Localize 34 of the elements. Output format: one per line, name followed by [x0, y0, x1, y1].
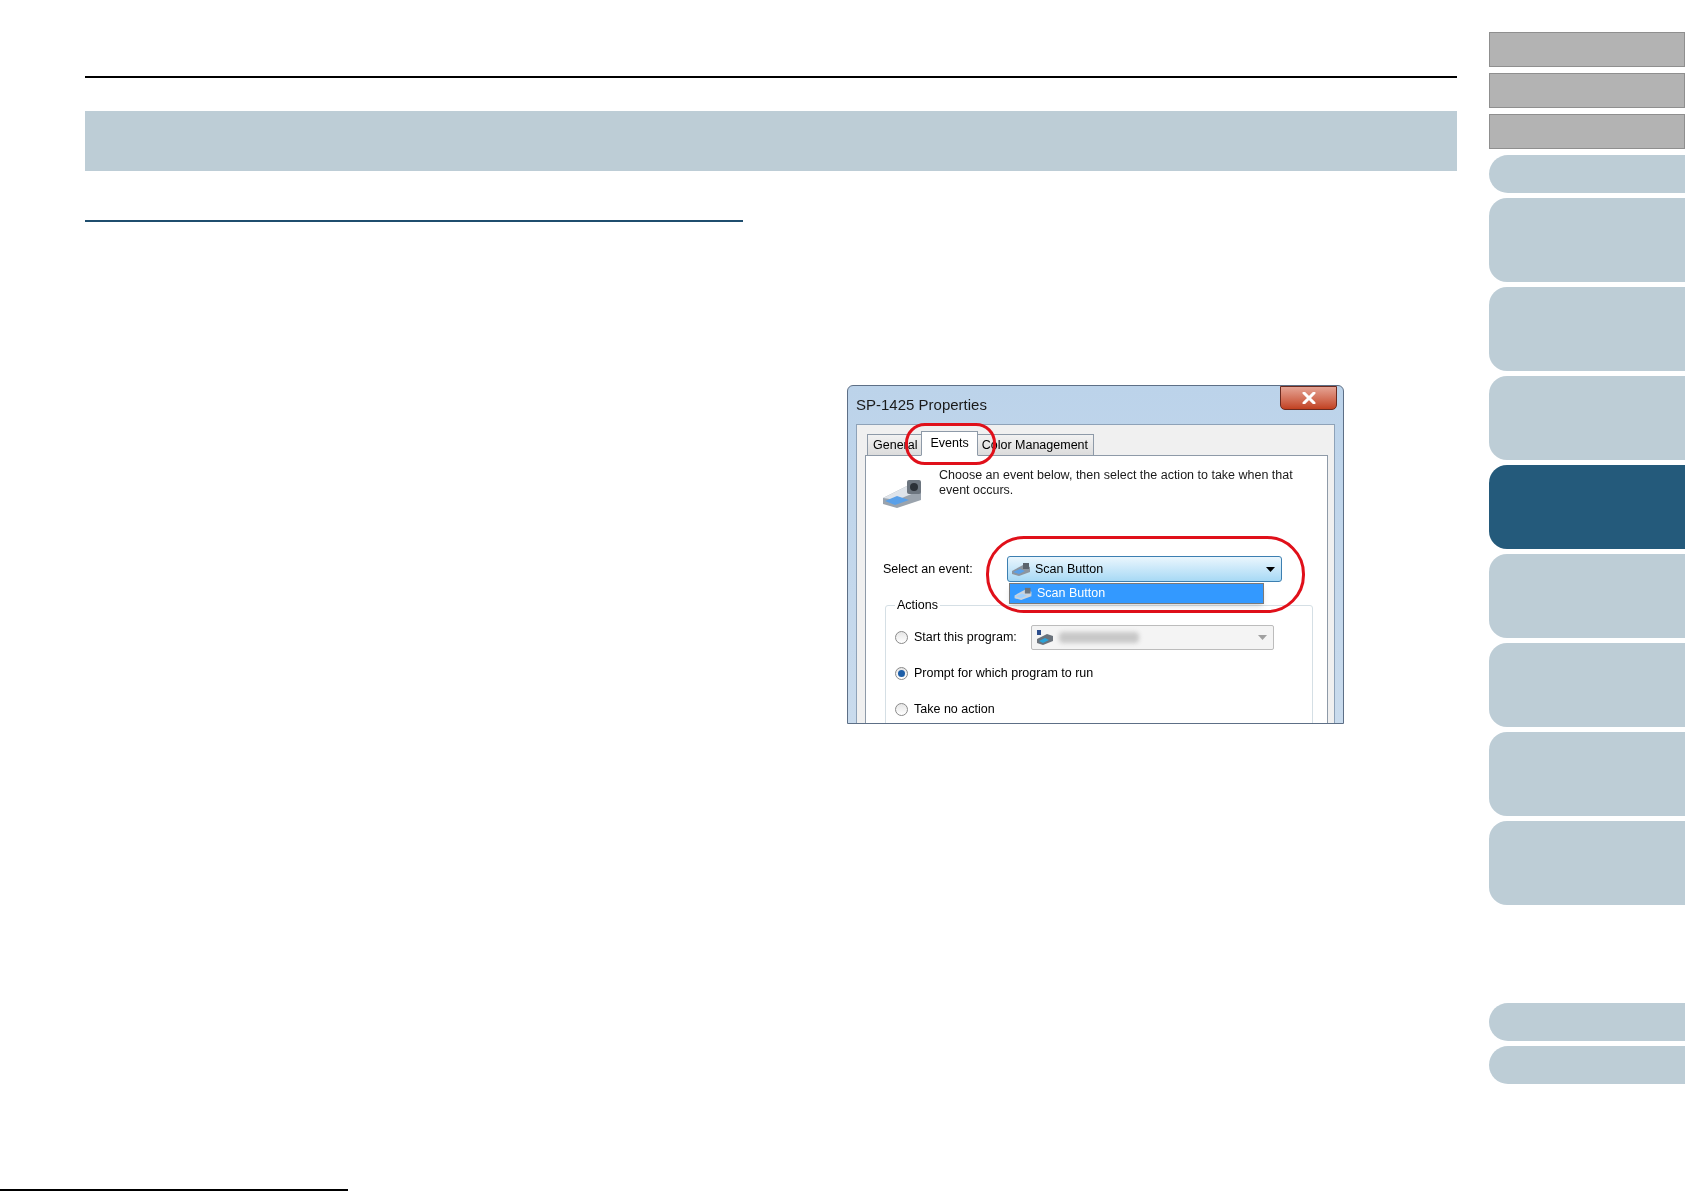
caret-icon: [1266, 566, 1275, 572]
program-icon: [1035, 628, 1055, 647]
radio-button[interactable]: [895, 703, 908, 717]
event-dropdown[interactable]: Scan Button: [1007, 556, 1282, 582]
side-tab[interactable]: [1489, 1046, 1685, 1084]
description-text: Choose an event below, then select the action to take when that event occurs.: [939, 468, 1294, 499]
dialog-tab[interactable]: Events: [921, 431, 978, 456]
side-tab[interactable]: [1489, 32, 1685, 67]
scanner-icon: [1013, 586, 1033, 601]
radio-label: Start this program:: [914, 629, 1018, 647]
radio-button[interactable]: [895, 667, 908, 681]
side-tab[interactable]: [1489, 73, 1685, 108]
program-dropdown[interactable]: [1031, 625, 1274, 651]
side-tab[interactable]: [1489, 376, 1685, 460]
side-tab[interactable]: [1489, 554, 1685, 638]
group-label: Actions: [896, 597, 939, 614]
side-tab[interactable]: [1489, 114, 1685, 149]
window-title: SP-1425 Properties: [856, 394, 987, 415]
radio-button[interactable]: [895, 631, 908, 645]
close-button[interactable]: [1280, 386, 1337, 410]
side-tab[interactable]: [1489, 198, 1685, 282]
side-tab[interactable]: [1489, 1003, 1685, 1041]
side-tab[interactable]: [1489, 643, 1685, 727]
scanner-icon: [1011, 561, 1031, 577]
side-tab[interactable]: [1489, 465, 1685, 549]
field-label: Select an event:: [883, 560, 974, 578]
side-tab[interactable]: [1489, 287, 1685, 371]
caret-icon: [1258, 635, 1267, 641]
radio-label: Prompt for which program to run: [914, 665, 1094, 683]
side-tab[interactable]: [1489, 732, 1685, 816]
side-tab[interactable]: [1489, 821, 1685, 905]
close-icon: [1301, 392, 1316, 404]
radio-label: Take no action: [914, 701, 995, 719]
side-tab[interactable]: [1489, 155, 1685, 193]
